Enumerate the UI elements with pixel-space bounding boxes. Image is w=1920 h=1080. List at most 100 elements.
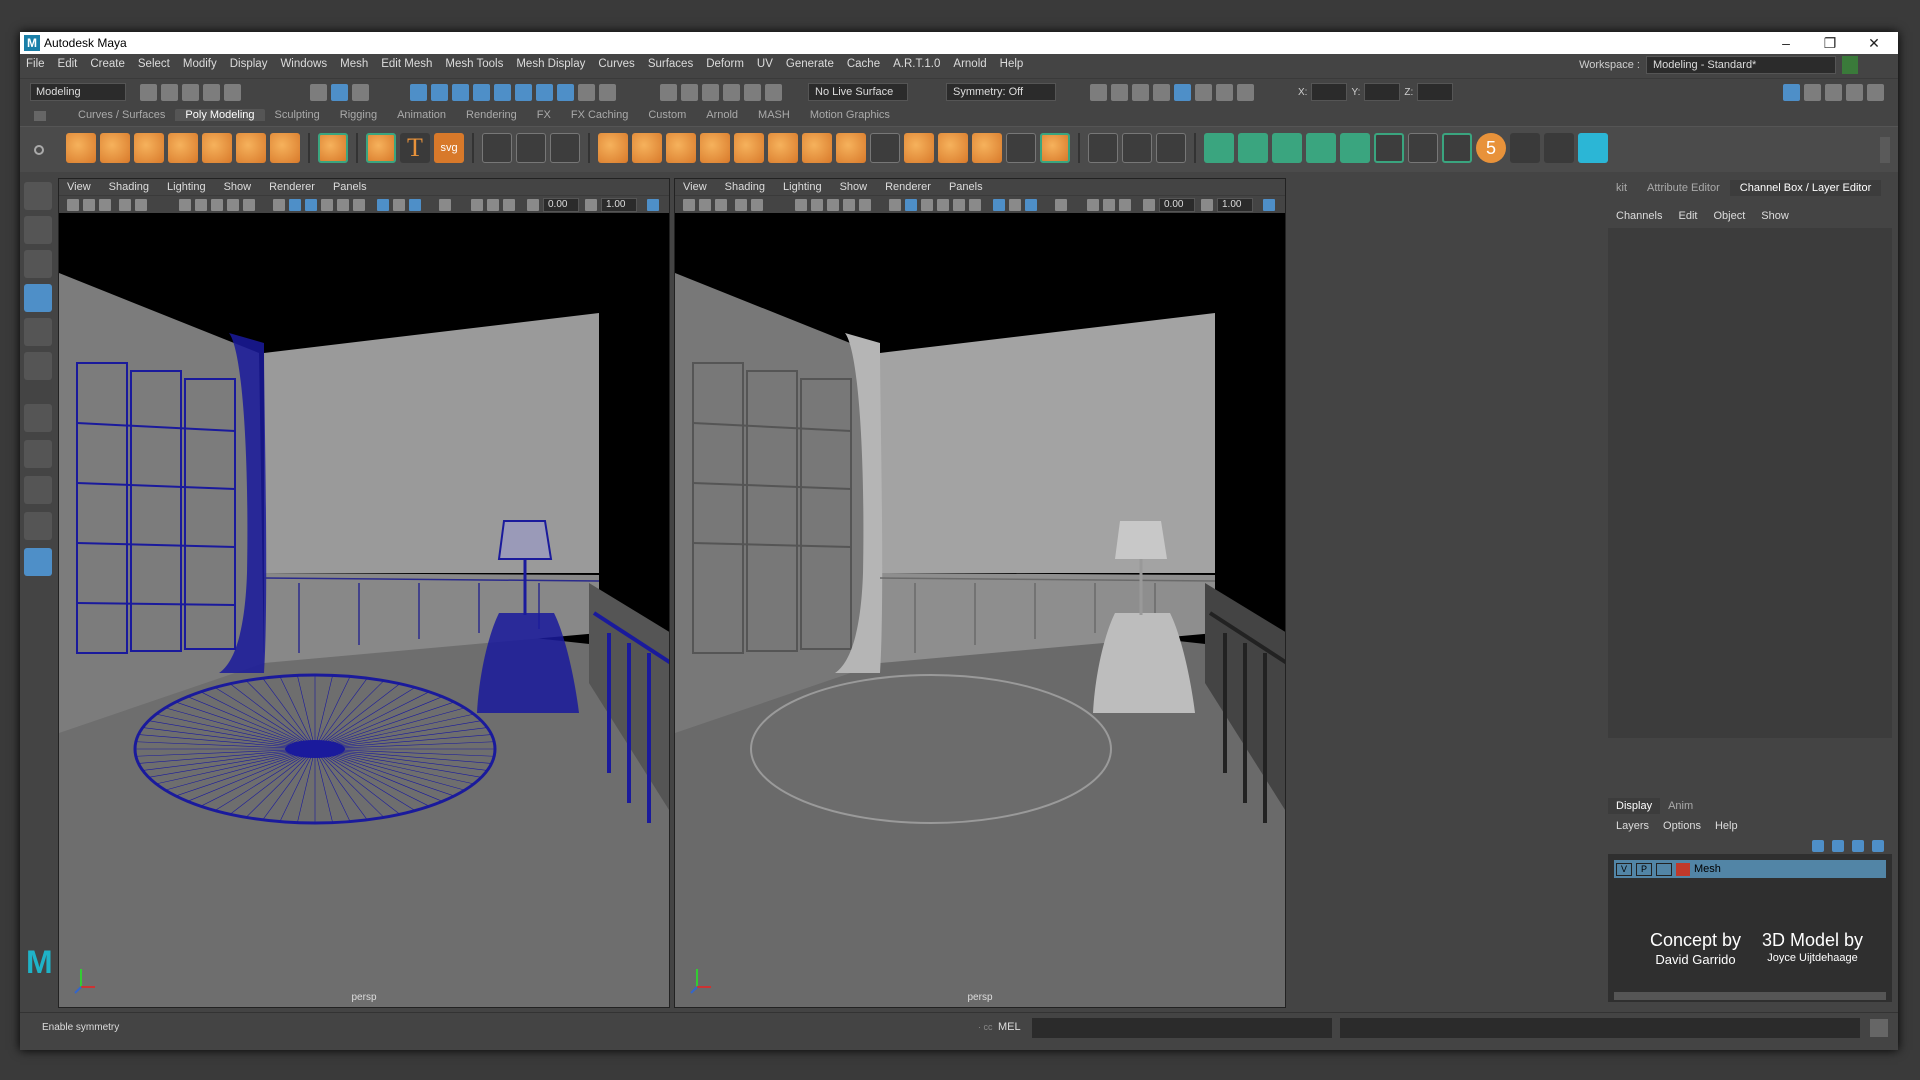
super-shape-icon[interactable] (366, 133, 396, 163)
isolate-select-icon[interactable] (439, 199, 451, 211)
camera-select-icon[interactable] (683, 199, 695, 211)
layer-menu-layers[interactable]: Layers (1616, 820, 1649, 832)
ambient-occlusion-icon[interactable] (993, 199, 1005, 211)
four-view-layout-icon[interactable] (24, 476, 52, 504)
menu-deform[interactable]: Deform (706, 58, 744, 70)
character-controls-icon[interactable] (1804, 84, 1821, 101)
shelf-tab-custom[interactable]: Custom (638, 109, 696, 121)
hypershade-icon[interactable] (1174, 84, 1191, 101)
close-button[interactable]: ✕ (1852, 32, 1896, 54)
xray-joints-icon[interactable] (487, 199, 499, 211)
poly-plane-icon[interactable] (236, 133, 266, 163)
new-layer-selected-icon[interactable] (1872, 840, 1884, 852)
layer-visibility-toggle[interactable]: V (1616, 862, 1632, 876)
bookmark-icon[interactable] (715, 199, 727, 211)
grid-icon[interactable] (179, 199, 191, 211)
menu-create[interactable]: Create (90, 58, 125, 70)
bevel-2-icon[interactable] (734, 133, 764, 163)
channel-menu-edit[interactable]: Edit (1678, 210, 1697, 222)
select-object-icon[interactable] (331, 84, 348, 101)
poly-platonic-icon[interactable] (318, 133, 348, 163)
viewport-menu-renderer[interactable]: Renderer (885, 181, 931, 193)
lights-icon[interactable] (953, 199, 965, 211)
two-d-pan-icon[interactable] (751, 199, 763, 211)
snap-live-icon[interactable] (744, 84, 761, 101)
layer-color-swatch[interactable] (1676, 862, 1690, 876)
exposure-icon[interactable] (1143, 199, 1155, 211)
viewport-right[interactable]: View Shading Lighting Show Renderer Panels (674, 178, 1286, 1008)
shelf-tab-sculpting[interactable]: Sculpting (265, 109, 330, 121)
tab-channel-box-layer-editor[interactable]: Channel Box / Layer Editor (1729, 180, 1882, 196)
menu-file[interactable]: File (26, 58, 45, 70)
pause-icon[interactable] (1237, 84, 1254, 101)
film-gate-icon[interactable] (195, 199, 207, 211)
live-surface-field[interactable]: No Live Surface (808, 83, 908, 101)
viewport-menu-lighting[interactable]: Lighting (783, 181, 822, 193)
viewport-menu-panels[interactable]: Panels (333, 181, 367, 193)
mask-curves-icon[interactable] (452, 84, 469, 101)
snap-grid-icon[interactable] (660, 84, 677, 101)
target-weld-icon[interactable] (1156, 133, 1186, 163)
two-pane-layout-icon[interactable] (24, 512, 52, 540)
anti-aliasing-icon[interactable] (409, 199, 421, 211)
textured-icon[interactable] (937, 199, 949, 211)
viewport-menu-panels[interactable]: Panels (949, 181, 983, 193)
two-d-pan-icon[interactable] (135, 199, 147, 211)
color-management-icon[interactable] (1263, 199, 1275, 211)
wireframe-icon[interactable] (273, 199, 285, 211)
uv-editor-icon[interactable] (1374, 133, 1404, 163)
snap-together-icon[interactable] (765, 84, 782, 101)
shelf-gear-icon[interactable] (34, 145, 44, 155)
menu-arnold[interactable]: Arnold (953, 58, 986, 70)
multi-cut-icon[interactable] (1088, 133, 1118, 163)
image-plane-icon[interactable] (119, 199, 131, 211)
triangulate-icon[interactable] (972, 133, 1002, 163)
uv-automatic-icon[interactable] (1340, 133, 1370, 163)
uv-unfold-icon[interactable] (1204, 133, 1234, 163)
gamma-icon[interactable] (1201, 199, 1213, 211)
shelf-tab-rendering[interactable]: Rendering (456, 109, 527, 121)
xray-icon[interactable] (1087, 199, 1099, 211)
wireframe-icon[interactable] (889, 199, 901, 211)
attribute-editor-icon[interactable] (1825, 84, 1842, 101)
poly-text-icon[interactable]: T (400, 133, 430, 163)
menu-surfaces[interactable]: Surfaces (648, 58, 693, 70)
layer-name[interactable]: Mesh (1694, 863, 1721, 875)
open-scene-icon[interactable] (161, 84, 178, 101)
channel-menu-channels[interactable]: Channels (1616, 210, 1662, 222)
move-layer-up-icon[interactable] (1812, 840, 1824, 852)
arnold-ipr-icon[interactable] (1216, 84, 1233, 101)
menu-windows[interactable]: Windows (280, 58, 327, 70)
grid-icon[interactable] (795, 199, 807, 211)
menu-edit[interactable]: Edit (58, 58, 78, 70)
new-empty-layer-icon[interactable] (1852, 840, 1864, 852)
poly-torus-icon[interactable] (202, 133, 232, 163)
bookmark-icon[interactable] (99, 199, 111, 211)
camera-attr-icon[interactable] (699, 199, 711, 211)
motion-blur-icon[interactable] (393, 199, 405, 211)
scatter-icon[interactable] (1408, 133, 1438, 163)
minimize-button[interactable]: – (1764, 32, 1808, 54)
mask-joints-icon[interactable] (431, 84, 448, 101)
move-tool-icon[interactable] (24, 284, 52, 312)
skull-icon[interactable] (1544, 133, 1574, 163)
viewport-menu-lighting[interactable]: Lighting (167, 181, 206, 193)
xray-active-icon[interactable] (1119, 199, 1131, 211)
rotate-tool-icon[interactable] (24, 318, 52, 346)
smooth-icon[interactable] (550, 133, 580, 163)
gamma-field[interactable]: 1.00 (601, 198, 637, 212)
gamma-field[interactable]: 1.00 (1217, 198, 1253, 212)
new-scene-icon[interactable] (140, 84, 157, 101)
uv-cylindrical-icon[interactable] (1272, 133, 1302, 163)
viewport-menu-show[interactable]: Show (840, 181, 868, 193)
x-field[interactable] (1311, 83, 1348, 101)
five-icon[interactable]: 5 (1476, 133, 1506, 163)
snap-point-icon[interactable] (702, 84, 719, 101)
mask-rendering-icon[interactable] (536, 84, 553, 101)
shelf-scroll-icon[interactable] (1880, 137, 1890, 163)
menu-help[interactable]: Help (1000, 58, 1024, 70)
channel-box-icon[interactable] (1867, 84, 1884, 101)
snap-view-plane-icon[interactable] (723, 84, 740, 101)
edge-loop-icon[interactable] (1122, 133, 1152, 163)
select-hierarchy-icon[interactable] (310, 84, 327, 101)
